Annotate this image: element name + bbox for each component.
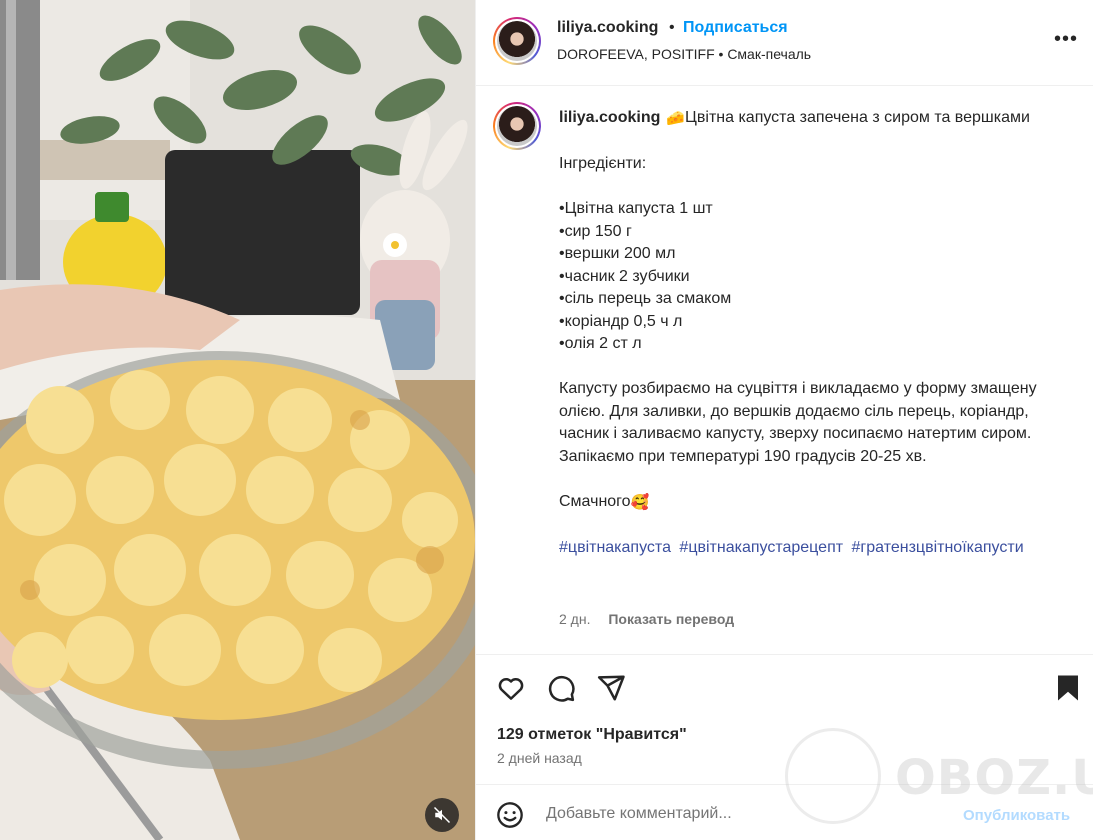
mute-button[interactable] (425, 798, 459, 832)
cheese-emoji: 🧀 (666, 110, 686, 127)
ingredient-item: •часник 2 зубчики (559, 267, 690, 285)
caption-title: Цвітна капуста запечена з сиром та вершк… (685, 109, 1030, 126)
bookmark-icon[interactable] (1053, 673, 1083, 703)
ingredients-list: •Цвітна капуста 1 шт •сир 150 г •вершки … (559, 198, 1069, 356)
author-avatar[interactable] (493, 17, 541, 65)
comment-icon[interactable] (546, 673, 576, 703)
ingredient-item: •коріандр 0,5 ч л (559, 312, 683, 330)
caption-age: 2 дн. (559, 611, 591, 627)
ingredient-item: •сир 150 г (559, 222, 632, 240)
post-media[interactable] (0, 0, 475, 840)
author-username[interactable]: liliya.cooking (557, 19, 658, 37)
share-icon[interactable] (596, 673, 626, 703)
ingredients-heading: Інгредієнти: (559, 155, 647, 172)
post-panel: liliya.cooking • Подписаться DOROFEEVA, … (475, 0, 1093, 840)
likes-count[interactable]: 129 отметок "Нравится" (497, 726, 687, 744)
comment-bar: Опубликовать (476, 784, 1093, 840)
comment-input[interactable] (546, 805, 946, 823)
more-options-icon[interactable]: ••• (1054, 28, 1078, 51)
caption-meta: 2 дн. Показать перевод (559, 611, 734, 627)
hashtag-link[interactable]: #гратензцвітноїкапусти (852, 539, 1024, 556)
ingredient-item: •сіль перець за смаком (559, 290, 732, 307)
heart-icon[interactable] (496, 673, 526, 703)
show-translation-button[interactable]: Показать перевод (608, 611, 734, 627)
caption-avatar[interactable] (493, 102, 541, 150)
smiling-hearts-emoji: 🥰 (630, 493, 650, 511)
food-video-frame (0, 0, 475, 840)
ingredient-item: •вершки 200 мл (559, 245, 676, 262)
audio-track-link[interactable]: DOROFEEVA, POSITIFF • Смак-печаль (557, 46, 811, 62)
hashtag-link[interactable]: #цвітнакапустарецепт (679, 539, 843, 556)
emoji-smile-icon[interactable] (496, 801, 524, 829)
ingredient-item: •олія 2 ст л (559, 335, 642, 352)
speaker-muted-icon (433, 806, 451, 824)
instructions-text: Капусту розбираємо на суцвіття і виклада… (559, 380, 1037, 465)
hashtag-link[interactable]: #цвітнакапуста (559, 539, 671, 556)
post-comment-button[interactable]: Опубликовать (963, 807, 1070, 824)
ingredient-item: •Цвітна капуста 1 шт (559, 200, 713, 217)
follow-button[interactable]: Подписаться (683, 19, 788, 37)
separator-dot: • (669, 19, 675, 36)
posted-time: 2 дней назад (497, 750, 582, 766)
hashtags: #цвітнакапуста #цвітнакапустарецепт #гра… (559, 537, 1069, 560)
caption-section: liliya.cooking 🧀Цвітна капуста запечена з… (476, 87, 1093, 653)
closing-text: Смачного (559, 492, 631, 510)
post-header: liliya.cooking • Подписаться DOROFEEVA, … (476, 0, 1093, 86)
action-bar: 129 отметок "Нравится" 2 дней назад (476, 654, 1093, 784)
caption-username[interactable]: liliya.cooking (559, 109, 660, 126)
caption-text: liliya.cooking 🧀Цвітна капуста запечена з… (559, 107, 1069, 559)
